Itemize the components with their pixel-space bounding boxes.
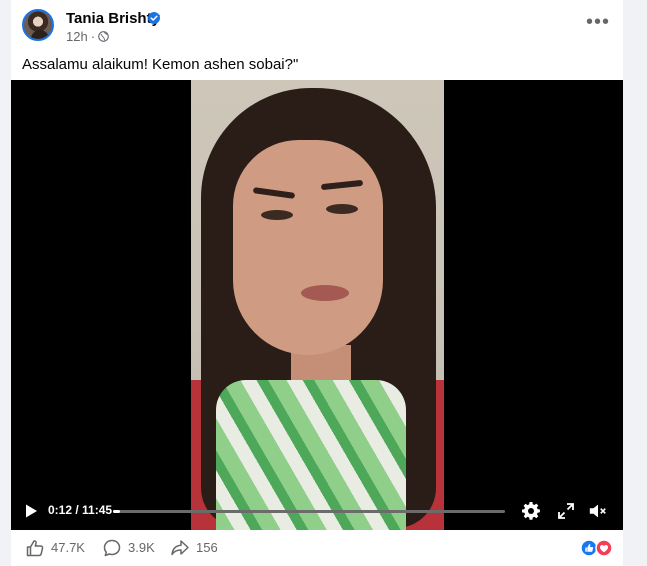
comment-count: 3.9K <box>128 540 155 555</box>
post-actions: 47.7K 3.9K 156 <box>11 530 623 566</box>
post-text: Assalamu alaikum! Kemon ashen sobai?" <box>22 56 299 73</box>
globe-icon <box>98 31 109 42</box>
gear-icon[interactable] <box>521 501 541 521</box>
comment-icon <box>103 539 121 557</box>
video-controls: 0:12 / 11:45 <box>11 494 623 530</box>
like-icon <box>26 540 44 557</box>
more-options-button[interactable]: ••• <box>584 11 612 39</box>
comment-button[interactable]: 3.9K <box>102 537 162 559</box>
video-progress-fill <box>113 510 120 513</box>
post-time[interactable]: 12h <box>66 29 88 44</box>
like-count: 47.7K <box>51 540 85 555</box>
reactions-summary[interactable] <box>580 539 614 557</box>
share-count: 156 <box>196 540 218 555</box>
video-frame-eye-right <box>326 204 358 214</box>
post-header: Tania Brishty 12h · ••• <box>11 0 623 48</box>
author-name[interactable]: Tania Brishty <box>66 10 160 27</box>
video-frame-lips <box>301 285 349 301</box>
avatar[interactable] <box>22 9 54 41</box>
video-player[interactable]: 0:12 / 11:45 <box>11 80 623 530</box>
like-button[interactable]: 47.7K <box>25 537 85 559</box>
post-card: Tania Brishty 12h · ••• Assalamu alaikum!… <box>11 0 623 566</box>
muted-icon[interactable] <box>588 501 608 521</box>
post-meta: 12h · <box>66 29 109 44</box>
video-frame[interactable] <box>191 80 444 530</box>
play-icon[interactable] <box>23 503 39 519</box>
video-frame-eye-left <box>261 210 293 220</box>
share-icon <box>171 540 189 556</box>
fullscreen-icon[interactable] <box>556 501 576 521</box>
video-progress-bar[interactable] <box>113 510 505 513</box>
video-time: 0:12 / 11:45 <box>48 503 113 517</box>
verified-badge-icon <box>148 12 160 24</box>
share-button[interactable]: 156 <box>170 537 230 559</box>
meta-separator: · <box>90 29 96 44</box>
video-frame-face <box>233 140 383 355</box>
